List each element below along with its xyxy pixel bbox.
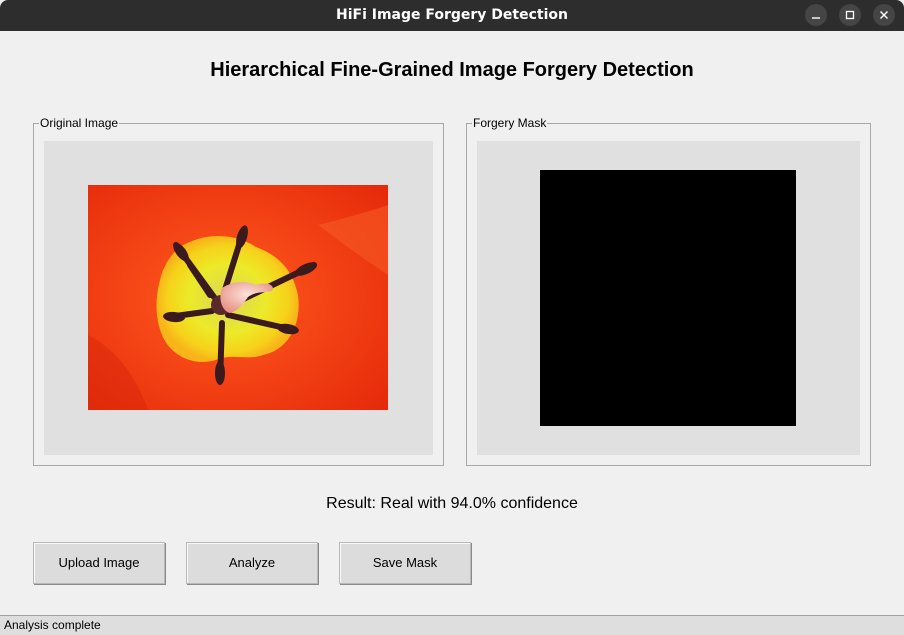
status-bar: Analysis complete <box>0 615 904 635</box>
original-image-label: Original Image <box>39 116 120 130</box>
analyze-button[interactable]: Analyze <box>186 542 318 584</box>
save-mask-button[interactable]: Save Mask <box>339 542 471 584</box>
forgery-mask-panel: Forgery Mask <box>466 116 871 466</box>
original-image <box>88 185 388 410</box>
title-bar: HiFi Image Forgery Detection <box>0 0 904 31</box>
minimize-button[interactable] <box>805 4 827 26</box>
maximize-button[interactable] <box>839 4 861 26</box>
close-button[interactable] <box>873 4 895 26</box>
forgery-mask-label: Forgery Mask <box>472 116 548 130</box>
upload-image-button[interactable]: Upload Image <box>33 542 165 584</box>
window-title: HiFi Image Forgery Detection <box>335 7 568 23</box>
result-text: Result: Real with 94.0% confidence <box>326 495 578 512</box>
forgery-mask-image <box>540 170 796 426</box>
minimize-icon <box>812 17 820 19</box>
maximize-icon <box>845 10 855 20</box>
original-image-canvas <box>44 141 433 455</box>
original-image-panel: Original Image <box>33 116 444 466</box>
page-title: Hierarchical Fine-Grained Image Forgery … <box>210 59 694 81</box>
close-icon <box>880 11 888 19</box>
forgery-mask-canvas <box>477 141 860 455</box>
